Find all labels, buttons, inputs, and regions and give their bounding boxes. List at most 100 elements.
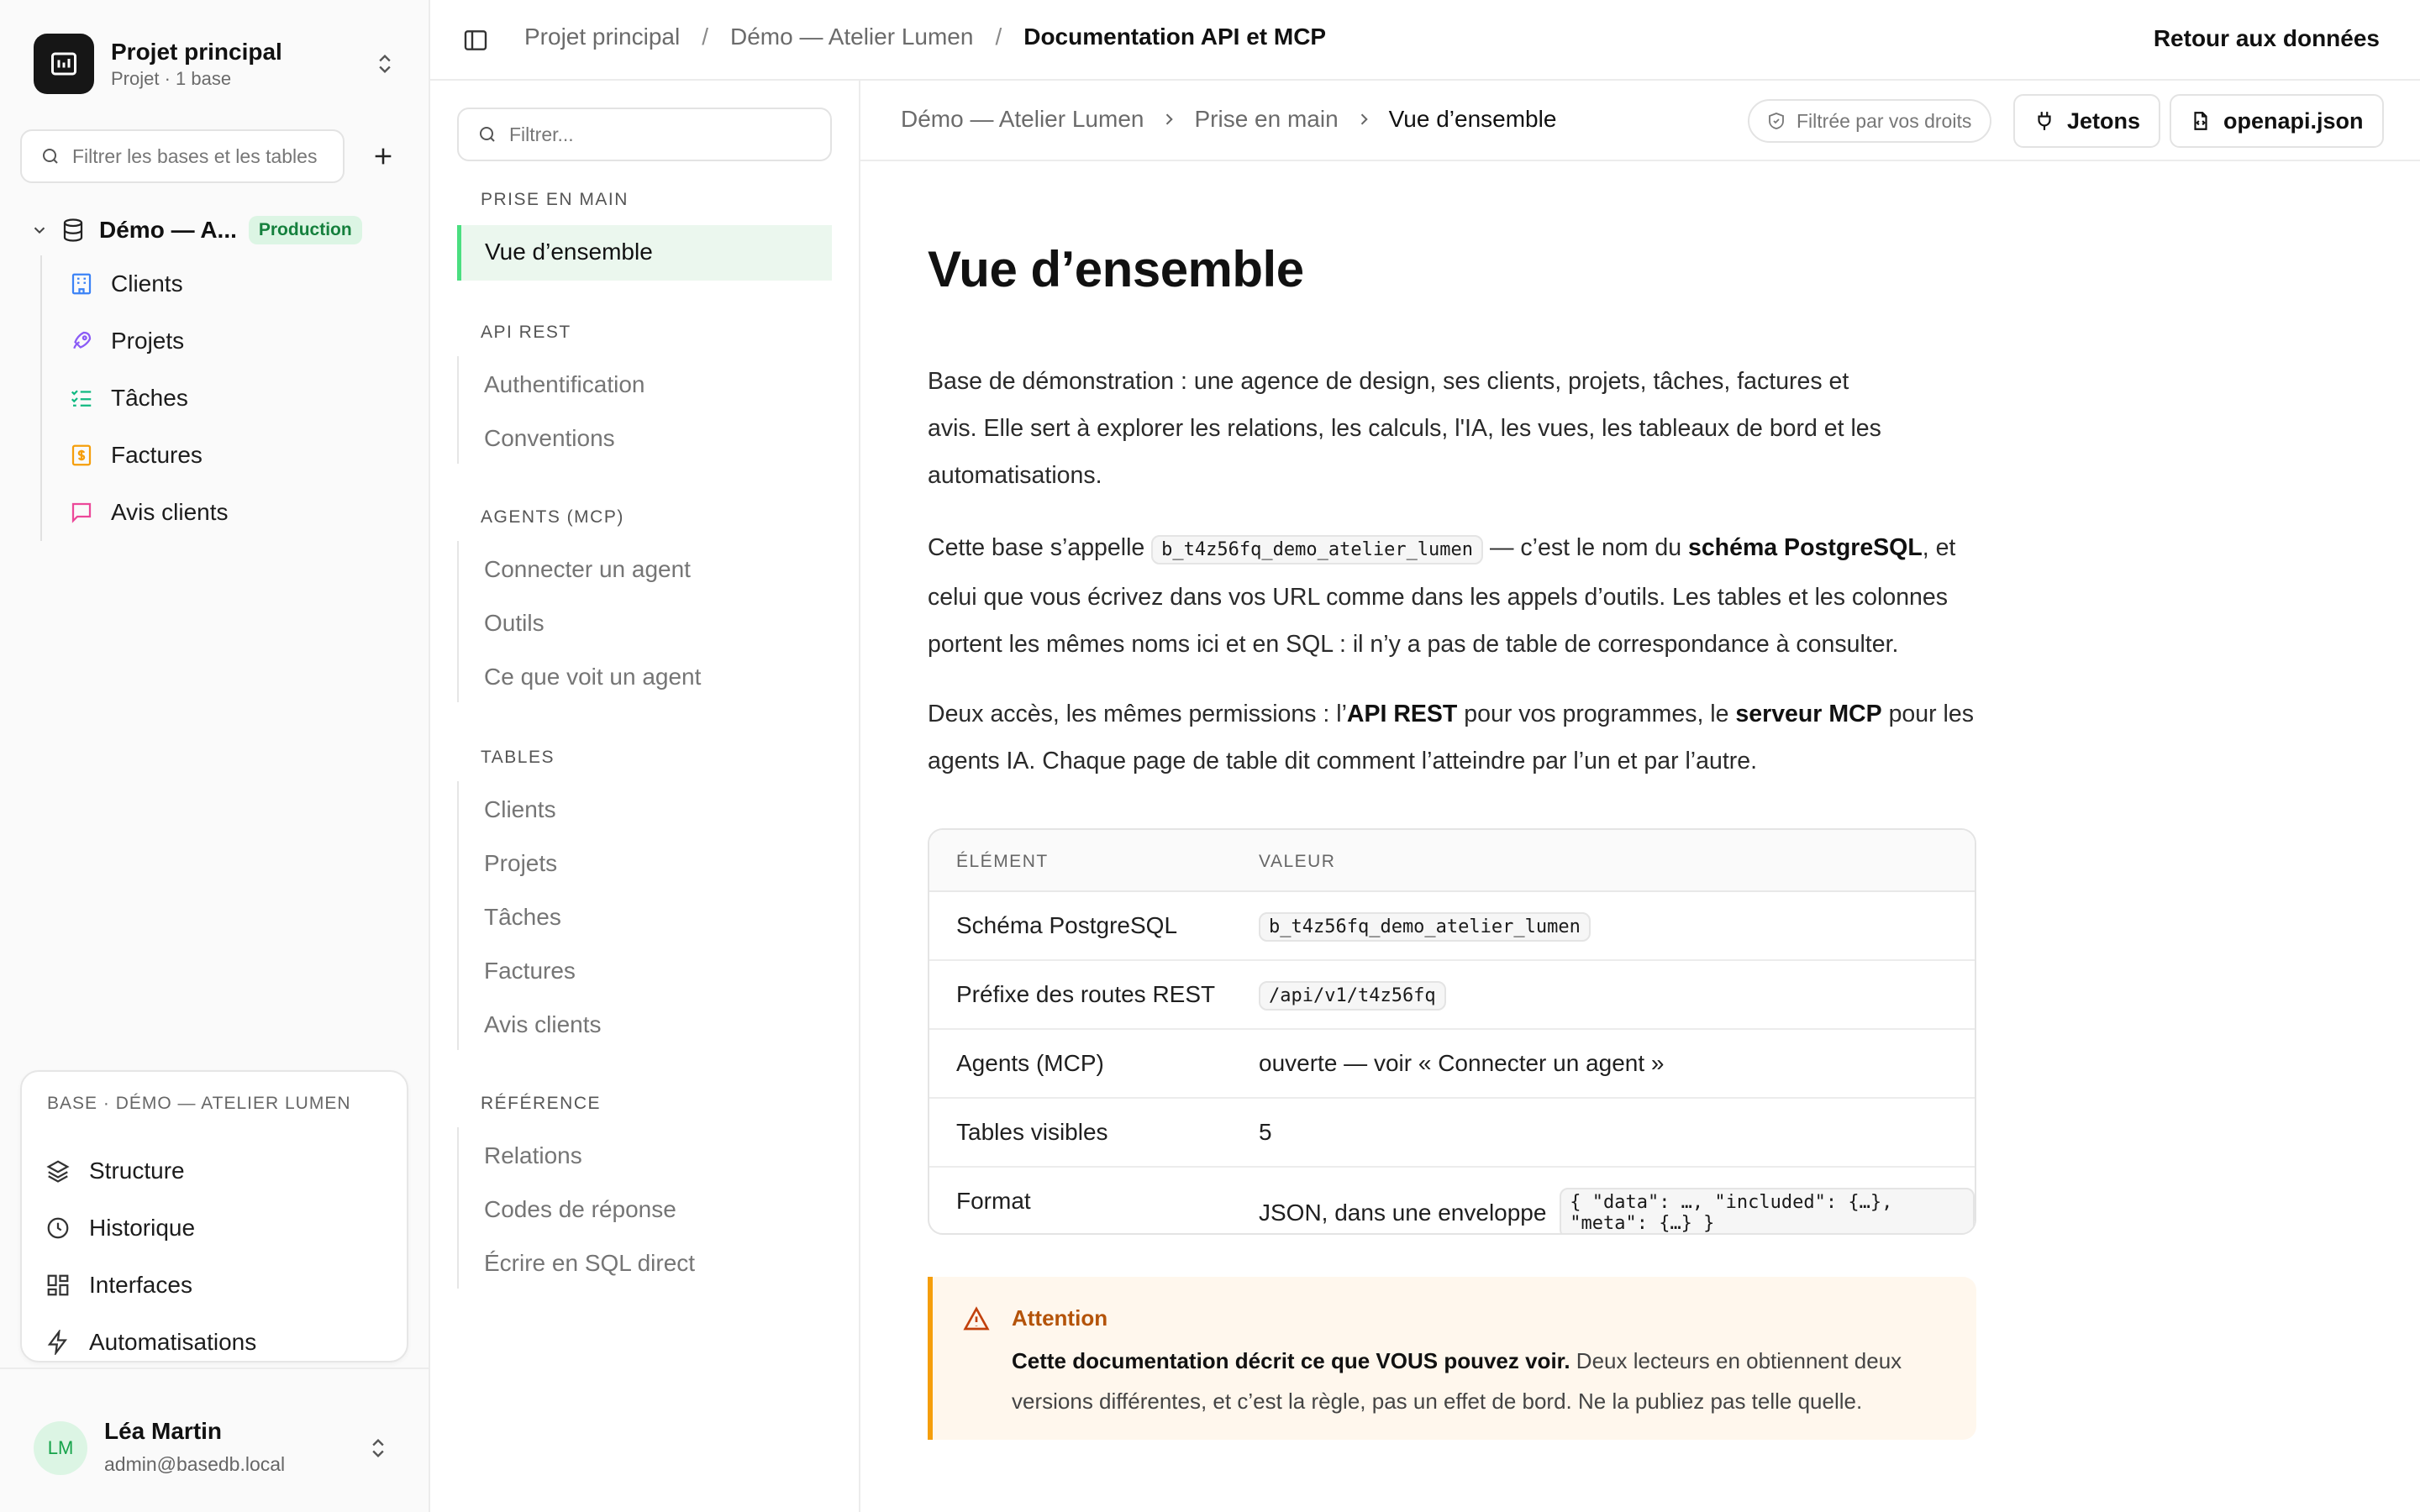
base-item-automatisations[interactable]: Automatisations bbox=[45, 1324, 256, 1361]
schema-value-code: b_t4z56fq_demo_atelier_lumen bbox=[1259, 912, 1591, 942]
table-row: Agents (MCP) ouverte — voir « Connecter … bbox=[929, 1030, 1975, 1099]
nav-section-title: TABLES bbox=[481, 748, 555, 767]
nav-item-conventions[interactable]: Conventions bbox=[484, 425, 615, 452]
plug-icon bbox=[2038, 112, 2051, 130]
sidebar-toggle-icon bbox=[464, 30, 487, 50]
intro-paragraph: Base de démonstration : une agence de de… bbox=[928, 368, 1881, 489]
sidebar-search[interactable] bbox=[20, 129, 345, 183]
back-to-data-link[interactable]: Retour aux données bbox=[2154, 25, 2380, 52]
user-menu[interactable]: LM Léa Martin admin@basedb.local bbox=[0, 1368, 429, 1512]
nav-item-factures[interactable]: Factures bbox=[484, 958, 576, 984]
chevron-down-icon bbox=[34, 227, 45, 234]
breadcrumb: Projet principal / Démo — Atelier Lumen … bbox=[524, 24, 1327, 50]
doc-content: Démo — Atelier Lumen Prise en main Vue d… bbox=[860, 81, 2420, 1512]
doc-nav: PRISE EN MAIN Vue d’ensemble API REST Au… bbox=[430, 81, 860, 1512]
sidebar-item-label: Tâches bbox=[111, 385, 188, 411]
doc-breadcrumb: Démo — Atelier Lumen Prise en main Vue d… bbox=[901, 106, 1556, 133]
permissions-filter-label: Filtrée par vos droits bbox=[1797, 109, 1972, 132]
breadcrumb-project[interactable]: Projet principal bbox=[524, 24, 680, 50]
table-header: ÉLÉMENT VALEUR bbox=[929, 830, 1975, 892]
table-row: Préfixe des routes REST /api/v1/t4z56fq bbox=[929, 961, 1975, 1030]
info-table: ÉLÉMENT VALEUR Schéma PostgreSQL b_t4z56… bbox=[928, 828, 1976, 1235]
project-title: Projet principal bbox=[111, 39, 282, 65]
page-title: Vue d’ensemble bbox=[928, 241, 1304, 297]
base-item-historique[interactable]: Historique bbox=[45, 1210, 195, 1247]
sidebar-item-label: Avis clients bbox=[111, 499, 229, 525]
search-icon bbox=[480, 127, 495, 142]
table-row: Schéma PostgreSQL b_t4z56fq_demo_atelier… bbox=[929, 892, 1975, 961]
base-card: BASE · DÉMO — ATELIER LUMEN Structure Hi… bbox=[20, 1070, 408, 1362]
doc-breadcrumb-current: Vue d’ensemble bbox=[1388, 106, 1557, 132]
sidebar-item-clients[interactable]: Clients bbox=[69, 265, 183, 302]
checklist-icon bbox=[71, 390, 92, 407]
nav-item-taches[interactable]: Tâches bbox=[484, 904, 561, 931]
base-item-label: Historique bbox=[89, 1215, 196, 1241]
sidebar-item-taches[interactable]: Tâches bbox=[69, 380, 188, 417]
openapi-button[interactable]: openapi.json bbox=[2170, 94, 2384, 148]
layers-icon bbox=[46, 1160, 70, 1183]
rocket-icon bbox=[73, 331, 92, 349]
base-item-structure[interactable]: Structure bbox=[45, 1152, 185, 1189]
bolt-icon bbox=[47, 1330, 67, 1355]
nav-item-projets[interactable]: Projets bbox=[484, 850, 557, 877]
avatar: LM bbox=[34, 1421, 87, 1475]
sidebar-item-label: Clients bbox=[111, 270, 183, 297]
warning-title: Attention bbox=[1012, 1305, 1108, 1331]
database-row[interactable]: Démo — A... Production bbox=[30, 212, 362, 249]
doc-breadcrumb-section[interactable]: Prise en main bbox=[1194, 106, 1338, 133]
doc-breadcrumb-base[interactable]: Démo — Atelier Lumen bbox=[901, 106, 1144, 133]
route-prefix-code: /api/v1/t4z56fq bbox=[1259, 981, 1446, 1011]
database-name: Démo — A... bbox=[99, 217, 237, 243]
user-name: Léa Martin bbox=[104, 1418, 223, 1444]
nav-item-codes-reponse[interactable]: Codes de réponse bbox=[484, 1196, 676, 1223]
add-base-button[interactable] bbox=[366, 139, 400, 173]
project-logo-icon bbox=[34, 34, 94, 94]
sidebar-item-projets[interactable]: Projets bbox=[69, 323, 184, 360]
sidebar-item-label: Projets bbox=[111, 328, 185, 354]
nav-item-ce-que-voit-agent[interactable]: Ce que voit un agent bbox=[484, 664, 701, 690]
table-header-cell: ÉLÉMENT bbox=[956, 852, 1049, 871]
nav-item-outils[interactable]: Outils bbox=[484, 610, 544, 637]
access-paragraph: Deux accès, les mêmes permissions : l’AP… bbox=[928, 701, 1974, 774]
openapi-button-label: openapi.json bbox=[2223, 108, 2364, 134]
nav-item-label: Vue d’ensemble bbox=[485, 239, 653, 265]
production-badge: Production bbox=[248, 216, 362, 244]
nav-item-connecter-agent[interactable]: Connecter un agent bbox=[484, 556, 691, 583]
nav-section-title: PRISE EN MAIN bbox=[481, 190, 629, 209]
project-switcher[interactable]: Projet principal Projet · 1 base bbox=[34, 32, 397, 96]
message-icon bbox=[71, 502, 92, 523]
base-item-interfaces[interactable]: Interfaces bbox=[45, 1267, 192, 1304]
nav-item-sql-direct[interactable]: Écrire en SQL direct bbox=[484, 1250, 695, 1277]
doc-search-input[interactable] bbox=[509, 123, 812, 146]
nav-item-vue-ensemble[interactable]: Vue d’ensemble bbox=[457, 225, 832, 281]
plus-icon bbox=[375, 148, 392, 165]
sidebar-item-factures[interactable]: Factures bbox=[69, 437, 203, 474]
sidebar-search-input[interactable] bbox=[72, 144, 324, 168]
clock-icon bbox=[47, 1217, 69, 1239]
chevron-right-icon bbox=[1166, 113, 1174, 125]
doc-search[interactable] bbox=[457, 108, 832, 161]
building-icon bbox=[71, 273, 92, 295]
warning-callout: Attention Cette documentation décrit ce … bbox=[928, 1277, 1976, 1440]
invoice-icon bbox=[71, 444, 92, 466]
table-header-cell: VALEUR bbox=[1259, 852, 1336, 871]
nav-section-title: RÉFÉRENCE bbox=[481, 1094, 602, 1113]
shield-icon bbox=[1769, 113, 1784, 129]
nav-item-clients[interactable]: Clients bbox=[484, 796, 556, 823]
schema-paragraph: Cette base s’appelle b_t4z56fq_demo_atel… bbox=[928, 534, 1956, 658]
breadcrumb-base[interactable]: Démo — Atelier Lumen bbox=[730, 24, 973, 50]
chevron-up-down-icon bbox=[372, 1439, 384, 1457]
nav-item-relations[interactable]: Relations bbox=[484, 1142, 582, 1169]
doc-header: Démo — Atelier Lumen Prise en main Vue d… bbox=[860, 81, 2420, 161]
grid-icon bbox=[47, 1274, 69, 1296]
nav-section-title: AGENTS (MCP) bbox=[481, 507, 624, 527]
toggle-sidebar-button[interactable] bbox=[462, 27, 489, 58]
sidebar-item-avis-clients[interactable]: Avis clients bbox=[69, 494, 229, 531]
breadcrumb-current: Documentation API et MCP bbox=[1023, 24, 1327, 50]
nav-item-authentification[interactable]: Authentification bbox=[484, 371, 644, 398]
base-card-caption: BASE · DÉMO — ATELIER LUMEN bbox=[47, 1094, 351, 1113]
tokens-button[interactable]: Jetons bbox=[2013, 94, 2161, 148]
app-sidebar: Projet principal Projet · 1 base Démo — … bbox=[0, 0, 430, 1512]
tokens-button-label: Jetons bbox=[2067, 108, 2141, 134]
nav-item-avis-clients[interactable]: Avis clients bbox=[484, 1011, 602, 1038]
